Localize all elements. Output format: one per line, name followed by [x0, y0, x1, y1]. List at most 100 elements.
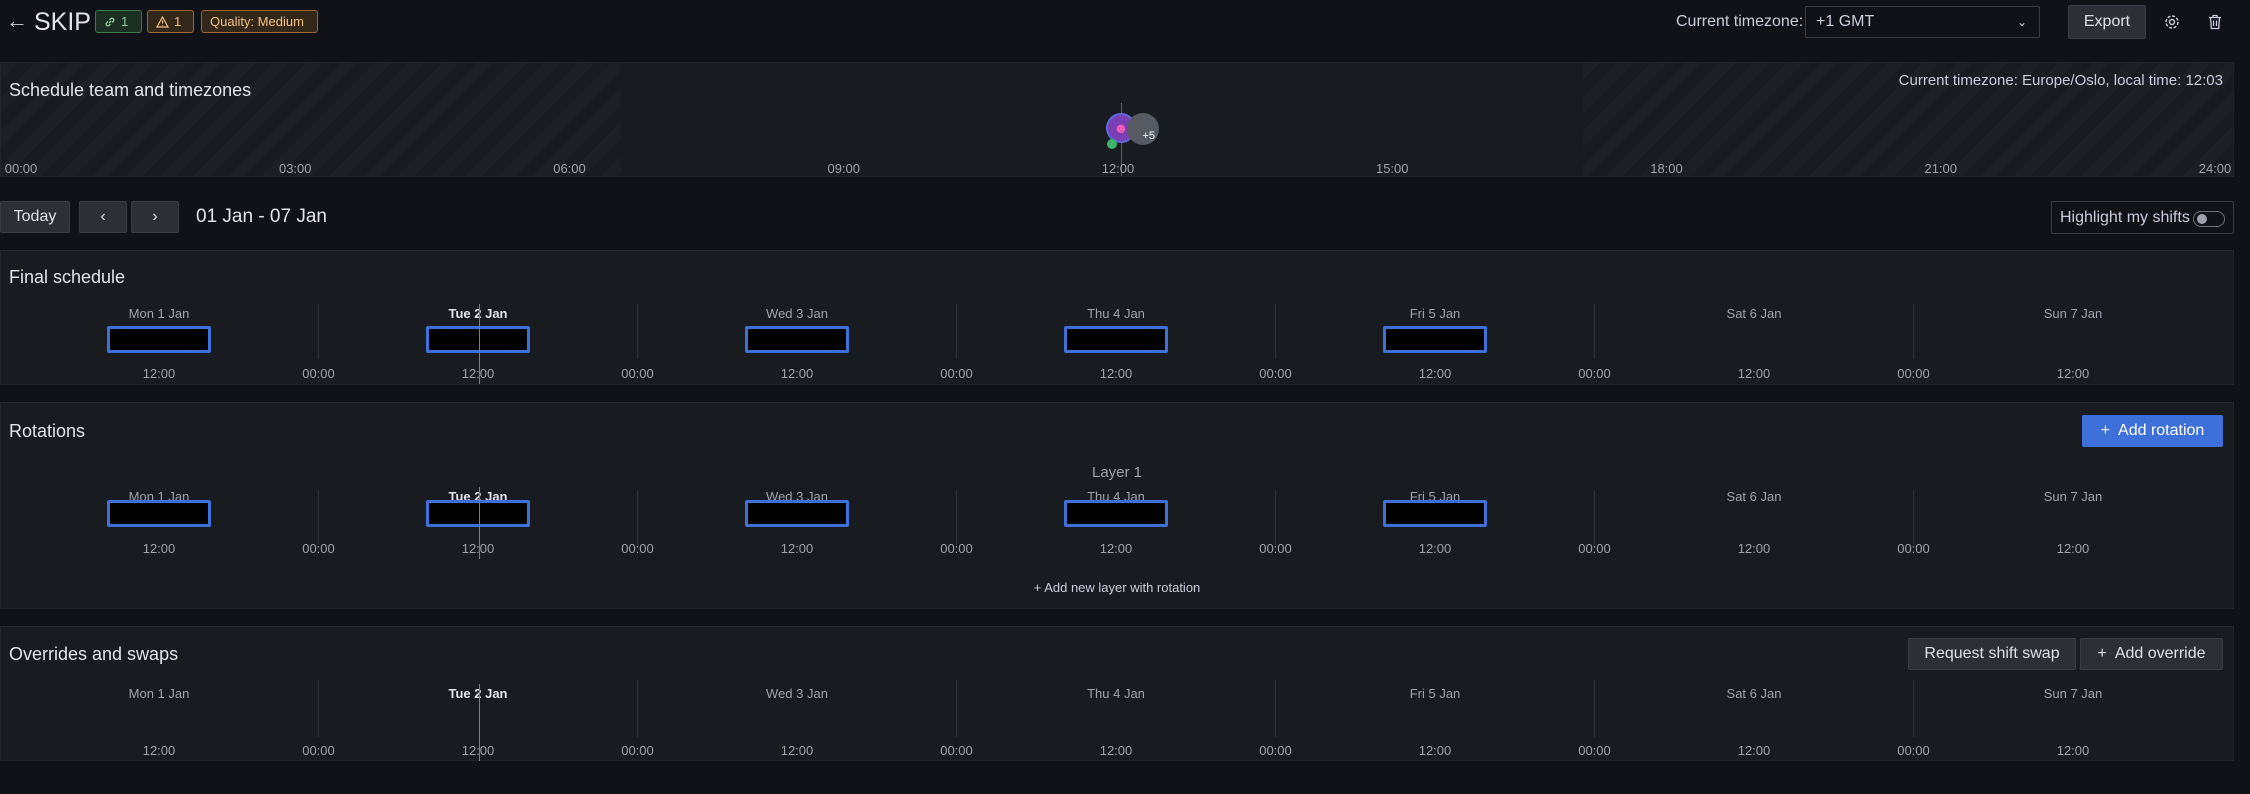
hour-tick: 03:00	[278, 161, 312, 176]
back-arrow-icon[interactable]: ←	[6, 6, 28, 36]
shift-block[interactable]	[1064, 326, 1168, 353]
highlight-my-shifts-toggle[interactable]: Highlight my shifts	[2051, 201, 2234, 234]
day-label: Sun 7 Jan	[2043, 686, 2103, 701]
time-tick: 00:00	[621, 743, 654, 758]
add-layer-link[interactable]: + Add new layer with rotation	[1034, 580, 1201, 595]
time-tick: 00:00	[1578, 366, 1611, 381]
day-separator	[318, 490, 319, 545]
more-users-avatar[interactable]: +5	[1127, 113, 1159, 145]
day-label: Fri 5 Jan	[1409, 686, 1461, 701]
final-schedule-title: Final schedule	[9, 267, 126, 287]
time-tick: 12:00	[461, 366, 495, 381]
day-label: Tue 2 Jan	[448, 686, 508, 701]
time-tick: 00:00	[1259, 541, 1292, 556]
day-separator	[1594, 304, 1595, 359]
day-label: Thu 4 Jan	[1087, 686, 1145, 701]
next-week-button[interactable]: ›	[131, 201, 179, 233]
shift-block[interactable]	[107, 500, 211, 527]
time-tick: 00:00	[940, 541, 973, 556]
trash-icon[interactable]	[2201, 8, 2229, 36]
overrides-title: Overrides and swaps	[9, 644, 179, 664]
chevron-down-icon: ⌄	[2016, 15, 2027, 29]
day-separator	[637, 304, 638, 359]
today-button[interactable]: Today	[0, 201, 70, 233]
previous-week-button[interactable]: ‹	[79, 201, 127, 233]
add-rotation-button[interactable]: + Add rotation	[2082, 415, 2223, 447]
shift-block[interactable]	[1383, 326, 1487, 353]
schedule-title: SKIP	[34, 8, 91, 36]
time-tick: 00:00	[1897, 366, 1930, 381]
shift-block[interactable]	[426, 500, 530, 527]
time-tick: 12:00	[1418, 743, 1452, 758]
settings-gear-icon[interactable]	[2158, 8, 2186, 36]
team-panel-title: Schedule team and timezones	[9, 80, 252, 100]
date-range: 01 Jan - 07 Jan	[196, 206, 327, 227]
time-tick: 00:00	[1897, 541, 1930, 556]
add-override-button[interactable]: + Add override	[2080, 638, 2223, 670]
time-tick: 12:00	[1737, 743, 1771, 758]
day-separator	[956, 304, 957, 359]
shift-block[interactable]	[107, 326, 211, 353]
toggle-switch[interactable]	[2193, 211, 2225, 227]
warnings-count: 1	[174, 14, 182, 29]
time-tick: 12:00	[1418, 541, 1452, 556]
day-label: Mon 1 Jan	[128, 686, 190, 701]
day-separator	[1913, 304, 1914, 359]
time-tick: 12:00	[461, 743, 495, 758]
warning-icon	[156, 15, 169, 28]
day-label: Thu 4 Jan	[1087, 306, 1145, 321]
time-tick: 12:00	[142, 366, 176, 381]
day-label: Wed 3 Jan	[766, 686, 828, 701]
hour-tick: 12:00	[1101, 161, 1135, 176]
add-override-label: Add override	[2114, 645, 2206, 662]
shift-block[interactable]	[745, 326, 849, 353]
highlight-label: Highlight my shifts	[2060, 208, 2190, 226]
day-separator	[1913, 680, 1914, 737]
on-call-status-dot	[1107, 139, 1117, 149]
day-label: Mon 1 Jan	[128, 306, 190, 321]
time-tick: 00:00	[940, 366, 973, 381]
current-time-line	[479, 304, 480, 384]
shift-block[interactable]	[1383, 500, 1487, 527]
time-tick: 12:00	[780, 541, 814, 556]
time-tick: 12:00	[461, 541, 495, 556]
request-shift-swap-button[interactable]: Request shift swap	[1908, 638, 2076, 670]
time-tick: 00:00	[621, 366, 654, 381]
time-tick: 00:00	[302, 743, 335, 758]
day-label: Sun 7 Jan	[2043, 489, 2103, 504]
plus-icon: +	[2097, 645, 2107, 662]
layer-label: Layer 1	[1091, 464, 1143, 481]
add-rotation-label: Add rotation	[2118, 422, 2205, 439]
time-tick: 12:00	[1418, 366, 1452, 381]
final-schedule-panel: Final schedule Mon 1 Jan Tue 2 Jan Wed 3 J…	[0, 250, 2234, 385]
extra-users-count: +5	[1142, 130, 1155, 142]
shift-block[interactable]	[1064, 500, 1168, 527]
time-tick: 00:00	[302, 541, 335, 556]
hour-tick: 15:00	[1375, 161, 1409, 176]
time-tick: 00:00	[1259, 366, 1292, 381]
time-tick: 00:00	[1897, 743, 1930, 758]
time-tick: 00:00	[1259, 743, 1292, 758]
day-label: Fri 5 Jan	[1409, 306, 1461, 321]
timezone-info: Current timezone: Europe/Oslo, local tim…	[1898, 72, 2223, 89]
day-label: Sat 6 Jan	[1726, 489, 1782, 504]
rotations-title: Rotations	[9, 421, 86, 441]
warnings-badge[interactable]: 1	[147, 10, 194, 33]
quality-badge[interactable]: Quality: Medium	[201, 10, 318, 33]
day-label: Sat 6 Jan	[1726, 686, 1782, 701]
export-button[interactable]: Export	[2068, 5, 2146, 39]
day-separator	[1594, 680, 1595, 737]
hour-tick: 06:00	[553, 161, 586, 176]
hour-tick: 09:00	[827, 161, 861, 176]
time-tick: 12:00	[142, 541, 176, 556]
time-tick: 12:00	[780, 743, 814, 758]
time-tick: 00:00	[940, 743, 973, 758]
linked-integrations-badge[interactable]: 1	[95, 10, 142, 33]
day-separator	[1275, 490, 1276, 545]
timezone-select[interactable]: +1 GMT ⌄	[1805, 6, 2040, 38]
day-label: Sat 6 Jan	[1726, 306, 1782, 321]
shift-block[interactable]	[426, 326, 530, 353]
team-timezones-panel: Schedule team and timezones Current time…	[0, 62, 2234, 177]
shift-block[interactable]	[745, 500, 849, 527]
time-tick: 00:00	[302, 366, 335, 381]
